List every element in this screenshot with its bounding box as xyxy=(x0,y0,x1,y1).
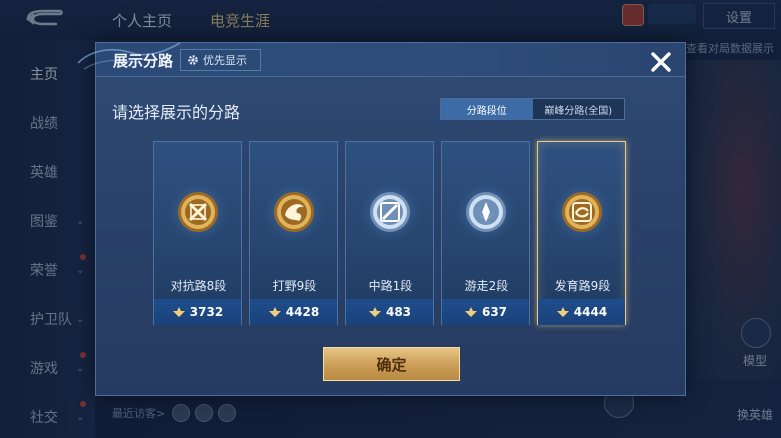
points-icon xyxy=(556,307,569,317)
score-bar: 3732 xyxy=(154,299,241,325)
lane-display-dialog: 展示分路 优先显示 请选择展示的分路 分路段位 巅峰分路(全国) 对抗路8段 37… xyxy=(77,42,686,396)
dialog-subtitle: 请选择展示的分路 xyxy=(112,103,241,122)
points-icon xyxy=(172,307,185,317)
lane-card[interactable]: 对抗路8段 3732 xyxy=(153,141,242,325)
dialog-header: 展示分路 优先显示 xyxy=(77,42,685,77)
score-bar: 4444 xyxy=(538,299,625,325)
wing-badge-icon xyxy=(465,191,507,233)
lane-score: 4428 xyxy=(285,305,320,319)
lane-score: 3732 xyxy=(189,305,224,319)
lane-rank-label: 发育路9段 xyxy=(554,279,611,293)
points-icon xyxy=(368,307,381,317)
sword-badge-icon xyxy=(177,191,219,233)
priority-display-button[interactable]: 优先显示 xyxy=(180,49,261,71)
lane-score: 483 xyxy=(385,305,412,319)
score-bar: 483 xyxy=(346,299,433,325)
lane-card[interactable]: 打野9段 4428 xyxy=(249,141,338,325)
tab-peak-lane[interactable]: 巅峰分路(全国) xyxy=(533,99,625,119)
lane-score: 637 xyxy=(481,305,508,319)
confirm-button[interactable]: 确定 xyxy=(323,347,460,381)
gear-icon xyxy=(188,55,198,65)
score-bar: 637 xyxy=(442,299,529,325)
tab-lane-rank[interactable]: 分路段位 xyxy=(441,99,533,119)
lane-score: 4444 xyxy=(573,305,608,319)
lane-tabs: 分路段位 巅峰分路(全国) xyxy=(440,98,625,120)
priority-display-label: 优先显示 xyxy=(203,54,247,67)
score-bar: 4428 xyxy=(250,299,337,325)
dragon-badge-icon xyxy=(273,191,315,233)
close-icon xyxy=(651,52,671,72)
lane-card[interactable]: 发育路9段 4444 xyxy=(537,141,626,325)
lane-card[interactable]: 中路1段 483 xyxy=(345,141,434,325)
lane-card[interactable]: 游走2段 637 xyxy=(441,141,530,325)
lane-rank-label: 对抗路8段 xyxy=(170,279,227,293)
points-icon xyxy=(268,307,281,317)
lane-rank-label: 打野9段 xyxy=(272,279,317,293)
lane-rank-label: 中路1段 xyxy=(368,279,413,293)
arrow-badge-icon xyxy=(561,191,603,233)
close-button[interactable] xyxy=(644,47,678,77)
points-icon xyxy=(464,307,477,317)
lane-rank-label: 游走2段 xyxy=(464,279,509,293)
staff-badge-icon xyxy=(369,191,411,233)
dialog-title: 展示分路 xyxy=(113,52,174,70)
